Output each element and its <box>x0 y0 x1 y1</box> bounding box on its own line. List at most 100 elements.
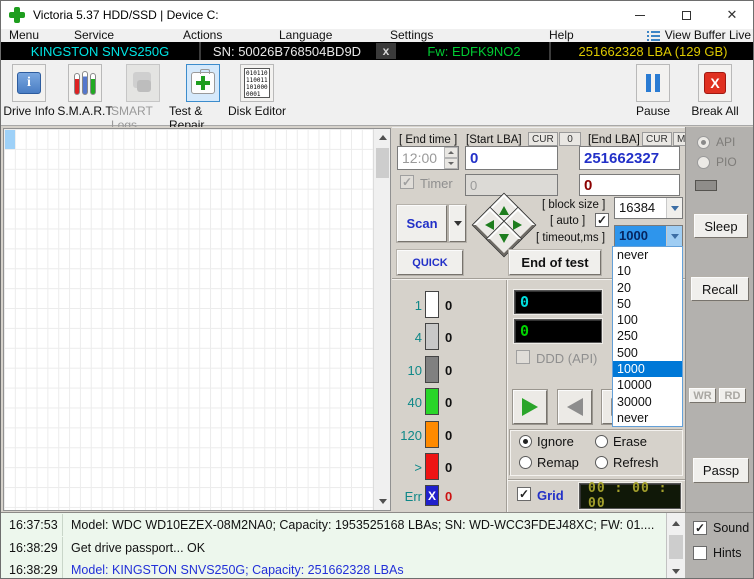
scan-button[interactable]: Scan <box>397 205 447 242</box>
device-close-button[interactable]: x <box>376 43 396 59</box>
speed-count-10: 0 <box>445 363 452 378</box>
log-message: Model: KINGSTON SNVS250G; Capacity: 2516… <box>63 563 404 577</box>
menu-item-service[interactable]: Service <box>74 28 114 42</box>
window-title: Victoria 5.37 HDD/SSD | Device C: <box>33 8 219 22</box>
spin-up-icon[interactable] <box>444 147 458 158</box>
step-back-button[interactable] <box>558 390 592 424</box>
sleep-button[interactable]: Sleep <box>694 214 748 238</box>
scroll-down-icon[interactable] <box>374 493 391 510</box>
play-button[interactable] <box>513 390 547 424</box>
dropdown-option[interactable]: never <box>613 247 682 263</box>
sound-checkbox[interactable] <box>693 521 707 535</box>
log-area: 16:37:53 Model: WDC WD10EZEX-08M2NA0; Ca… <box>1 512 754 579</box>
dropdown-option[interactable]: 10 <box>613 263 682 279</box>
ddd-api-checkbox <box>516 350 530 364</box>
log-time: 16:38:29 <box>1 537 63 559</box>
elapsed-time-display: 00 : 00 : 00 <box>579 483 681 509</box>
smart-button[interactable]: S.M.A.R.T <box>57 64 113 118</box>
maximize-button[interactable] <box>663 1 709 29</box>
spin-down-icon[interactable] <box>444 158 458 169</box>
menu-item-language[interactable]: Language <box>279 28 332 42</box>
dropdown-option[interactable]: 500 <box>613 345 682 361</box>
log-options-panel: Sound Hints <box>685 513 754 579</box>
view-buffer-live[interactable]: View Buffer Live <box>647 28 751 42</box>
back-icon <box>567 398 583 416</box>
map-scrollbar[interactable] <box>373 129 390 510</box>
error-x-icon: X <box>425 485 439 506</box>
pause-label: Pause <box>636 104 670 118</box>
quick-button[interactable]: QUICK <box>397 250 463 275</box>
menu-item-menu[interactable]: Menu <box>9 28 39 42</box>
dropdown-option[interactable]: 250 <box>613 328 682 344</box>
erase-radio[interactable] <box>595 435 608 448</box>
scan-position-cell <box>5 130 15 149</box>
end-time-label: [ End time ] <box>399 134 457 146</box>
end-of-test-selector[interactable]: End of test <box>509 250 601 275</box>
toolbar: i Drive Info S.M.A.R.T SMART Logs Test &… <box>1 60 754 126</box>
smart-label: S.M.A.R.T <box>57 104 112 118</box>
break-all-button[interactable]: X Break All <box>689 64 741 118</box>
menu-item-help[interactable]: Help <box>549 28 574 42</box>
grid-checkbox[interactable] <box>517 487 531 501</box>
remap-radio[interactable] <box>519 456 532 469</box>
end-time-spinner[interactable]: 12:00 <box>397 146 459 170</box>
arrow-left-icon <box>485 220 494 230</box>
dropdown-option[interactable]: 20 <box>613 280 682 296</box>
scroll-up-icon[interactable] <box>667 515 685 532</box>
block-size-combo[interactable]: 16384 <box>614 197 683 219</box>
start-lba-cur-button[interactable]: CUR <box>528 132 558 146</box>
log-scrollbar-thumb[interactable] <box>669 535 683 559</box>
scroll-down-icon[interactable] <box>667 563 685 579</box>
drive-info-button[interactable]: i Drive Info <box>1 64 57 118</box>
disk-editor-button[interactable]: 010110 110011 101000 0001 Disk Editor <box>227 64 287 118</box>
ignore-radio[interactable] <box>519 435 532 448</box>
passp-button[interactable]: Passp <box>693 458 749 483</box>
erase-label: Erase <box>613 434 647 449</box>
surface-map[interactable] <box>4 129 373 510</box>
menu-bar: Menu Service Actions Language Settings H… <box>1 29 754 42</box>
end-lba-input[interactable]: 251662327 <box>579 146 680 170</box>
close-button[interactable]: ✕ <box>709 1 754 29</box>
timer-right-field[interactable]: 0 <box>579 174 680 196</box>
dropdown-option[interactable]: 30000 <box>613 393 682 409</box>
map-scrollbar-thumb[interactable] <box>376 148 389 178</box>
log-list[interactable]: 16:37:53 Model: WDC WD10EZEX-08M2NA0; Ca… <box>1 513 667 579</box>
dropdown-option[interactable]: 100 <box>613 312 682 328</box>
timeout-dropdown-list: never 10 20 50 100 250 500 1000 10000 30… <box>612 246 683 427</box>
timer-label: Timer <box>420 176 453 191</box>
victoria-window: Victoria 5.37 HDD/SSD | Device C: ✕ Menu… <box>0 0 754 579</box>
dropdown-option[interactable]: 50 <box>613 296 682 312</box>
end-lba-cur-button[interactable]: CUR <box>642 132 672 146</box>
auto-checkbox[interactable] <box>595 213 609 227</box>
recall-button[interactable]: Recall <box>691 277 749 301</box>
drive-info-icon: i <box>17 72 41 94</box>
buffer-list-icon <box>647 30 660 41</box>
start-lba-input[interactable]: 0 <box>465 146 558 170</box>
scan-dropdown-button[interactable] <box>449 205 466 242</box>
pause-button[interactable]: Pause <box>631 64 675 118</box>
refresh-radio[interactable] <box>595 456 608 469</box>
combo-arrow-icon[interactable] <box>666 226 682 247</box>
speed-count-4: 0 <box>445 330 452 345</box>
speed-count-1: 0 <box>445 298 452 313</box>
dropdown-option[interactable]: never <box>613 410 682 426</box>
scroll-up-icon[interactable] <box>374 129 391 146</box>
pause-icon <box>646 74 660 92</box>
mode-side-panel: API PIO Sleep Recall WR RD Passp <box>685 127 754 512</box>
binary-document-icon: 010110 110011 101000 0001 <box>244 68 270 98</box>
dropdown-option-selected[interactable]: 1000 <box>613 361 682 377</box>
arrow-down-icon <box>499 234 509 243</box>
title-bar: Victoria 5.37 HDD/SSD | Device C: ✕ <box>1 1 754 29</box>
log-scrollbar[interactable] <box>667 513 685 579</box>
menu-item-actions[interactable]: Actions <box>183 28 222 42</box>
timer-left-field: 0 <box>465 174 558 196</box>
combo-arrow-icon[interactable] <box>666 198 682 218</box>
minimize-button[interactable] <box>617 1 663 29</box>
start-lba-label: [Start LBA] <box>466 134 522 146</box>
timeout-combo[interactable]: 1000 <box>614 225 683 248</box>
menu-item-settings[interactable]: Settings <box>390 28 433 42</box>
dropdown-option[interactable]: 10000 <box>613 377 682 393</box>
timer-checkbox <box>400 175 414 189</box>
hints-checkbox[interactable] <box>693 546 707 560</box>
start-lba-zero-button[interactable]: 0 <box>559 132 581 146</box>
